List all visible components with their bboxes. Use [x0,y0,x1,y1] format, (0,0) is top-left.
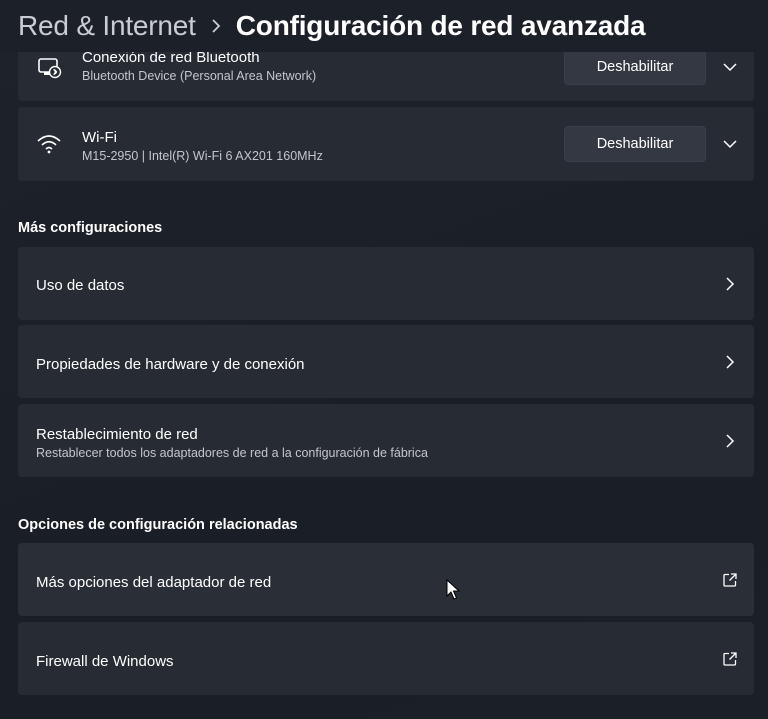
chevron-right-icon [722,433,738,449]
external-link-icon [722,651,738,667]
setting-label: Propiedades de hardware y de conexión [36,356,305,373]
chevron-down-icon[interactable] [722,59,738,75]
settings-page: Red & Internet Configuración de red avan… [0,0,768,719]
chevron-down-icon[interactable] [722,136,738,152]
setting-label: Más opciones del adaptador de red [36,574,272,591]
setting-label: Firewall de Windows [36,653,174,670]
adapter-description: Bluetooth Device (Personal Area Network) [82,69,317,83]
adapter-card-wifi[interactable]: Wi-Fi M15-2950 | Intel(R) Wi-Fi 6 AX201 … [18,107,754,181]
setting-network-reset[interactable]: Restablecimiento de red Restablecer todo… [18,404,754,477]
adapter-description: M15-2950 | Intel(R) Wi-Fi 6 AX201 160MHz [82,149,323,163]
breadcrumb: Red & Internet Configuración de red avan… [0,0,768,52]
page-title: Configuración de red avanzada [235,10,646,41]
related-windows-firewall[interactable]: Firewall de Windows [18,622,754,695]
section-title-related: Opciones de configuración relacionadas [18,517,298,533]
setting-label: Uso de datos [36,277,125,294]
disable-button[interactable]: Deshabilitar [564,126,706,162]
setting-data-usage[interactable]: Uso de datos [18,247,754,320]
breadcrumb-parent-link[interactable]: Red & Internet [18,10,196,42]
disable-button[interactable]: Deshabilitar [564,49,706,85]
setting-hardware-properties[interactable]: Propiedades de hardware y de conexión [18,325,754,398]
chevron-right-icon [196,15,236,38]
mouse-cursor-icon [446,578,462,601]
adapter-name: Wi-Fi [82,129,117,146]
setting-description: Restablecer todos los adaptadores de red… [36,446,428,460]
related-network-adapter-options[interactable]: Más opciones del adaptador de red [18,543,754,616]
setting-label: Restablecimiento de red [36,426,198,443]
chevron-right-icon [722,276,738,292]
wifi-icon [36,131,62,157]
ethernet-bluetooth-icon [36,54,62,80]
section-title-more-settings: Más configuraciones [18,220,163,236]
external-link-icon [722,572,738,588]
chevron-right-icon [722,354,738,370]
